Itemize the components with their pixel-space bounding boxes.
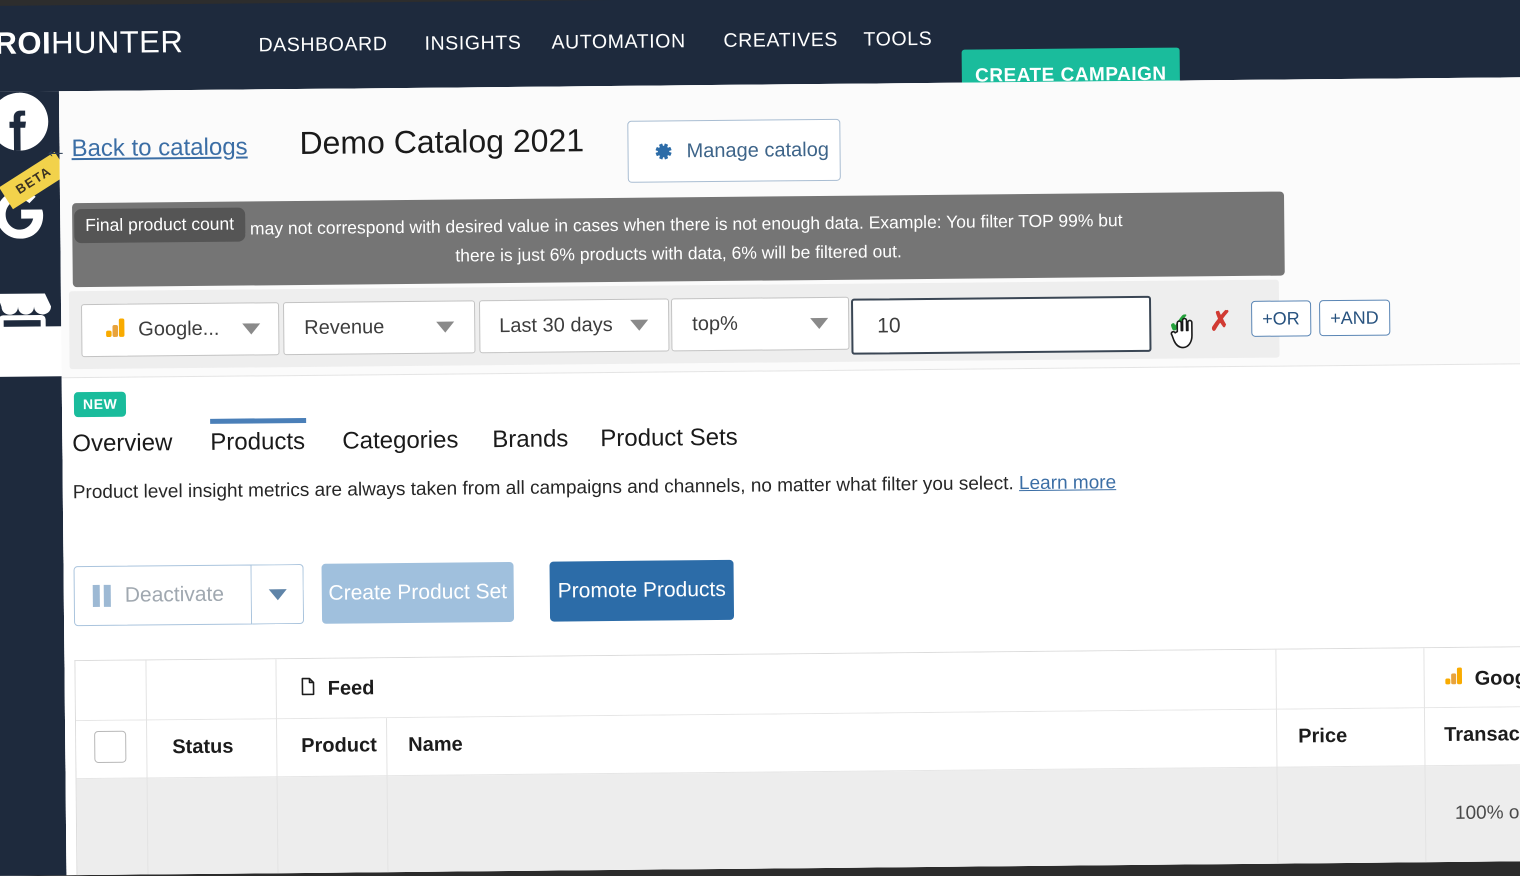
manage-catalog-label: Manage catalog xyxy=(686,138,829,162)
gear-icon xyxy=(650,140,672,162)
nav-item-tools[interactable]: TOOLS xyxy=(863,28,932,52)
back-to-catalogs-link[interactable]: ← Back to catalogs xyxy=(43,133,248,163)
nav-item-automation[interactable]: AUTOMATION xyxy=(551,30,685,54)
filter-metric-value: Revenue xyxy=(304,316,385,339)
table-row[interactable] xyxy=(76,765,1520,876)
create-product-set-button[interactable]: Create Product Set xyxy=(321,561,515,624)
page-surface: ← Back to catalogs Demo Catalog 2021 Mana… xyxy=(43,77,1520,876)
active-tab-indicator xyxy=(210,417,307,424)
group-header-feed: Feed xyxy=(298,676,375,702)
top-navigation-bar: ROIHUNTER DASHBOARD INSIGHTS AUTOMATION … xyxy=(0,0,1520,104)
tab-overview[interactable]: Overview xyxy=(72,421,172,458)
filter-operator-select[interactable]: top% xyxy=(670,296,850,352)
insight-info-label: Product level insight metrics are always… xyxy=(72,473,1014,504)
learn-more-link[interactable]: Learn more xyxy=(1019,472,1116,494)
deactivate-dropdown-button[interactable] xyxy=(251,563,305,625)
screen-photo: ROIHUNTER DASHBOARD INSIGHTS AUTOMATION … xyxy=(0,0,1520,876)
products-table: Feed Googl Status Product Name Price Tra… xyxy=(74,646,1520,876)
deactivate-button[interactable]: Deactivate xyxy=(73,564,253,627)
chevron-down-icon xyxy=(268,588,287,600)
check-icon[interactable]: ✓ xyxy=(1167,307,1191,338)
tab-categories[interactable]: Categories xyxy=(342,418,458,455)
table-cell-percentage: 100% o xyxy=(1454,802,1520,824)
column-header-status[interactable]: Status xyxy=(172,736,233,760)
google-icon[interactable] xyxy=(0,183,50,244)
manage-catalog-button[interactable]: Manage catalog xyxy=(627,118,841,183)
filter-operator-value: top% xyxy=(692,312,738,336)
group-header-google-label: Googl xyxy=(1474,666,1520,690)
filter-bar: Google... Revenue Last 30 days top% ✓ ✗ … xyxy=(68,279,1390,370)
tab-brands[interactable]: Brands xyxy=(492,417,568,454)
nav-item-insights[interactable]: INSIGHTS xyxy=(424,32,521,56)
channel-rail-bottom xyxy=(0,376,67,876)
column-header-price[interactable]: Price xyxy=(1298,725,1347,748)
filter-period-value: Last 30 days xyxy=(499,314,613,338)
column-header-product[interactable]: Product xyxy=(301,734,377,758)
nav-item-dashboard[interactable]: DASHBOARD xyxy=(258,33,387,57)
shop-icon[interactable] xyxy=(0,279,52,340)
filter-value-input[interactable] xyxy=(850,295,1152,355)
document-icon xyxy=(298,677,317,702)
info-tooltip: Final product count may not correspond w… xyxy=(72,191,1285,288)
arrow-left-icon: ← xyxy=(43,136,68,164)
add-or-button[interactable]: +OR xyxy=(1251,300,1311,337)
group-header-feed-label: Feed xyxy=(327,677,375,700)
chevron-down-icon xyxy=(810,317,829,330)
insight-info-text: Product level insight metrics are always… xyxy=(73,472,1117,504)
chevron-down-icon xyxy=(630,319,649,331)
select-all-checkbox[interactable] xyxy=(94,730,127,763)
filter-source-value: Google... xyxy=(138,317,220,341)
tab-products[interactable]: Products xyxy=(210,420,305,457)
add-and-button[interactable]: +AND xyxy=(1319,299,1390,337)
back-to-catalogs-label: Back to catalogs xyxy=(71,133,248,163)
deactivate-label: Deactivate xyxy=(124,582,225,607)
column-header-transactions[interactable]: Transactio xyxy=(1444,723,1520,747)
google-analytics-icon xyxy=(1444,666,1464,692)
filter-period-select[interactable]: Last 30 days xyxy=(478,298,670,354)
logo-light: HUNTER xyxy=(50,24,184,61)
page-title: Demo Catalog 2021 xyxy=(299,122,585,161)
app-logo: ROIHUNTER xyxy=(0,24,183,62)
new-badge: NEW xyxy=(73,391,127,418)
tab-product-sets[interactable]: Product Sets xyxy=(600,416,738,453)
chevron-down-icon xyxy=(242,323,261,335)
filter-source-select[interactable]: Google... xyxy=(81,302,280,358)
promote-products-button[interactable]: Promote Products xyxy=(549,559,735,622)
filter-metric-select[interactable]: Revenue xyxy=(282,300,476,356)
facebook-icon[interactable] xyxy=(0,91,50,152)
column-header-name[interactable]: Name xyxy=(408,733,463,757)
group-header-google: Googl xyxy=(1444,665,1520,692)
nav-item-creatives[interactable]: CREATIVES xyxy=(723,29,838,53)
google-analytics-icon xyxy=(104,317,126,344)
pause-icon xyxy=(92,584,111,608)
catalog-header: ← Back to catalogs Demo Catalog 2021 Mana… xyxy=(43,77,1520,188)
chevron-down-icon xyxy=(436,321,455,333)
cross-icon[interactable]: ✗ xyxy=(1209,306,1232,336)
content-panel: NEW Overview Products Categories Brands … xyxy=(61,363,1520,876)
logo-bold: ROI xyxy=(0,25,52,61)
